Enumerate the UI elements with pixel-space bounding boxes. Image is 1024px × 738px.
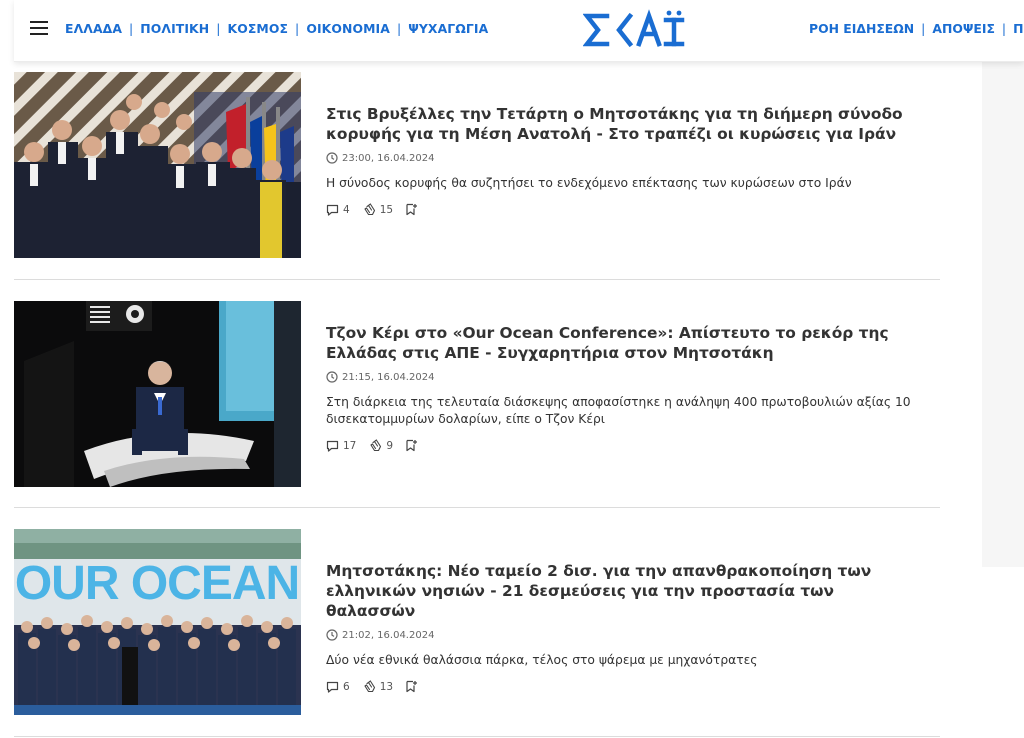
article-meta: 21:02, 16.04.2024 [326,629,926,641]
nav-item-psyxagogia[interactable]: ΨΥΧΑΓΩΓΙΑ [408,21,488,36]
article-image[interactable] [14,301,301,487]
photo-sign-text: OUR OCEAN [15,557,299,610]
article-title[interactable]: Μητσοτάκης: Νέο ταμείο 2 δισ. για την απ… [326,561,926,621]
article-image[interactable] [14,72,301,258]
clock-icon [326,371,338,383]
article-title[interactable]: Στις Βρυξέλλες την Τετάρτη ο Μητσοτάκης … [326,104,926,144]
nav-item-protoselida[interactable]: ΠΡΩΤ [1013,21,1024,36]
clap-icon [364,680,375,693]
claps-button[interactable]: 13 [362,680,393,693]
article-image[interactable]: OUR OCEAN [14,529,301,715]
clap-icon [364,203,375,216]
bookmark-add-icon [406,680,418,693]
comments-button[interactable]: 17 [326,440,356,452]
claps-count: 13 [379,680,394,693]
clap-icon [370,439,382,452]
article-meta: 23:00, 16.04.2024 [326,152,926,164]
claps-button[interactable]: 9 [368,439,393,452]
nav-item-politiki[interactable]: ΠΟΛΙΤΙΚΗ [140,21,209,36]
article-timestamp: 23:00, 16.04.2024 [342,152,435,164]
claps-count: 9 [386,439,394,452]
article-summary: Η σύνοδος κορυφής θα συζητήσει το ενδεχό… [326,176,852,190]
clock-icon [326,152,338,164]
site-header: ΕΛΛΑΔΑ | ΠΟΛΙΤΙΚΗ | ΚΟΣΜΟΣ | ΟΙΚΟΝΟΜΙΑ | ΨΥΧ… [14,0,1024,62]
bookmark-button[interactable] [405,203,422,216]
right-rail [982,62,1024,567]
bookmark-button[interactable] [405,439,422,452]
article-actions: 4 15 [326,203,926,216]
nav-item-oikonomia[interactable]: ΟΙΚΟΝΟΜΙΑ [306,21,390,36]
comments-button[interactable]: 6 [326,681,350,693]
bookmark-add-icon [406,439,418,452]
nav-item-kosmos[interactable]: ΚΟΣΜΟΣ [228,21,289,36]
bookmark-button[interactable] [405,680,422,693]
comment-icon [326,440,339,452]
article-timestamp: 21:02, 16.04.2024 [342,629,435,641]
comment-icon [326,681,339,693]
article-card: Στις Βρυξέλλες την Τετάρτη ο Μητσοτάκης … [14,72,940,258]
comments-count: 17 [343,439,357,452]
article-card: Τζον Κέρι στο «Our Ocean Conference»: Απ… [14,301,940,487]
comments-button[interactable]: 4 [326,204,350,216]
menu-icon[interactable] [30,21,48,35]
article-actions: 17 9 [326,439,926,452]
article-timestamp: 21:15, 16.04.2024 [342,371,435,383]
article-summary: Δύο νέα εθνικά θαλάσσια πάρκα, τέλος στο… [326,653,758,667]
claps-count: 15 [379,203,394,216]
article-card: OUR OCEAN Μητσοτάκης: Νέο ταμείο 2 δισ. … [14,529,940,715]
nav-item-apopseis[interactable]: ΑΠΟΨΕΙΣ [932,21,995,36]
article-summary: Στη διάρκεια της τελευταία διάσκεψης απο… [326,395,911,426]
divider [14,279,940,280]
article-actions: 6 13 [326,680,926,693]
bookmark-add-icon [406,203,418,216]
nav-item-roi-eidiseon[interactable]: ΡΟΗ ΕΙΔΗΣΕΩΝ [809,21,914,36]
comments-count: 6 [343,680,350,693]
divider [14,736,940,737]
comment-icon [326,204,339,216]
primary-nav: ΕΛΛΑΔΑ | ΠΟΛΙΤΙΚΗ | ΚΟΣΜΟΣ | ΟΙΚΟΝΟΜΙΑ | ΨΥΧ… [65,21,489,36]
claps-button[interactable]: 15 [362,203,393,216]
article-title[interactable]: Τζον Κέρι στο «Our Ocean Conference»: Απ… [326,323,926,363]
skai-logo[interactable] [583,9,695,51]
clock-icon [326,629,338,641]
secondary-nav: ΡΟΗ ΕΙΔΗΣΕΩΝ| ΑΠΟΨΕΙΣ| ΠΡΩΤ [809,21,1024,36]
nav-item-ellada[interactable]: ΕΛΛΑΔΑ [65,21,122,36]
article-meta: 21:15, 16.04.2024 [326,371,926,383]
divider [14,507,940,508]
comments-count: 4 [343,203,350,216]
